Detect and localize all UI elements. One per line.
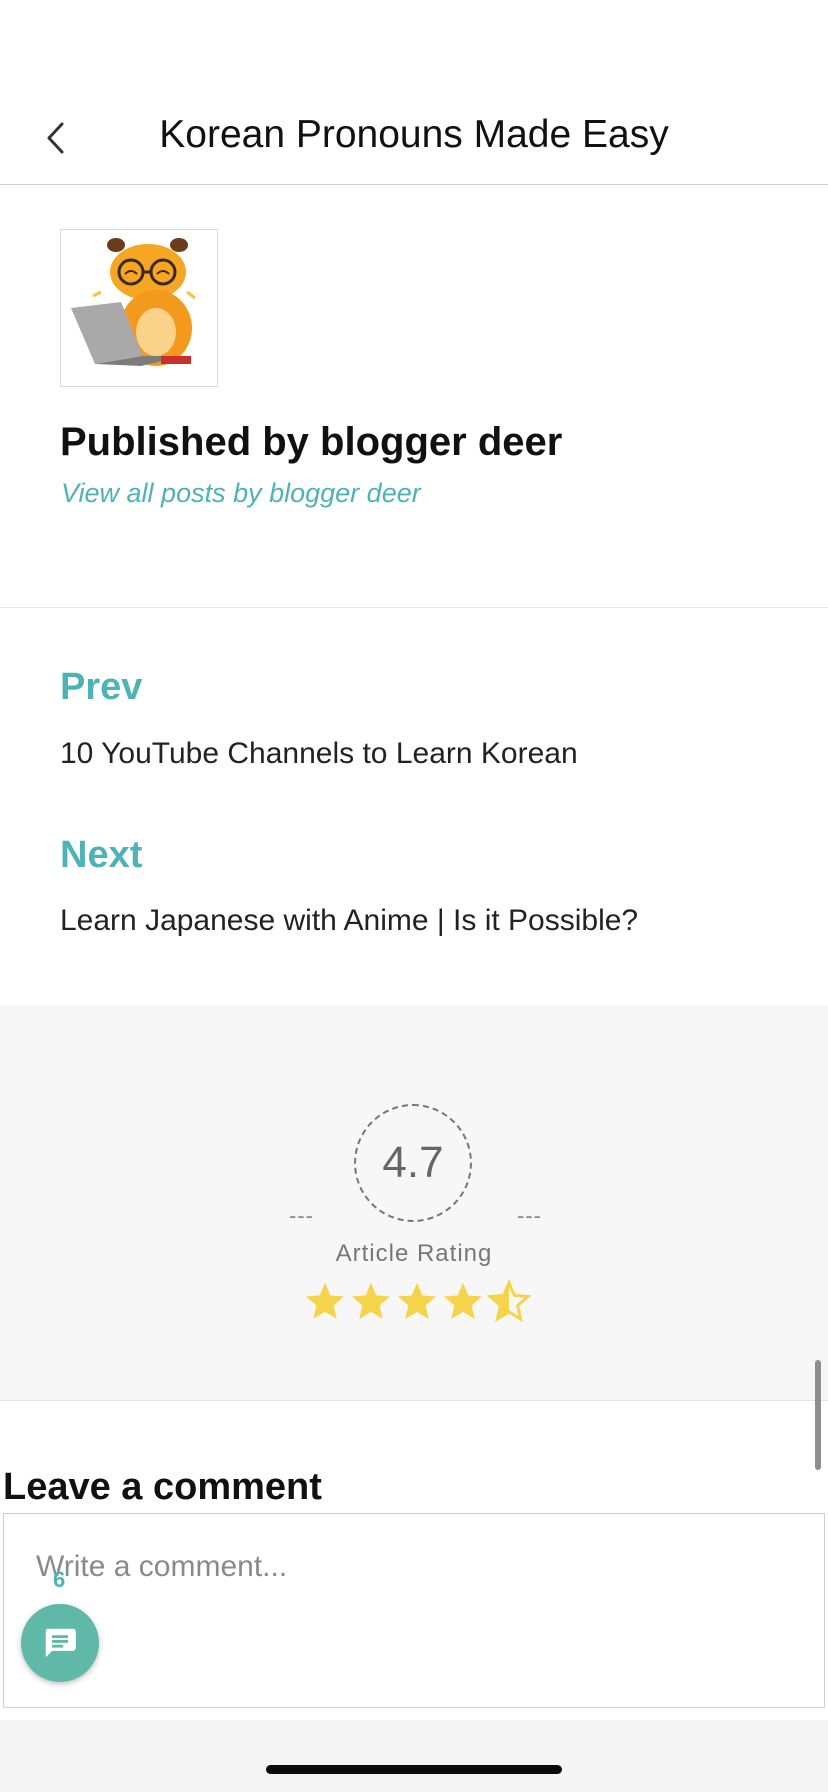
star-icon[interactable] bbox=[349, 1279, 393, 1325]
scrollbar-thumb[interactable] bbox=[815, 1360, 821, 1470]
rating-dash-left: --- bbox=[289, 1203, 314, 1228]
comment-placeholder: Write a comment... bbox=[36, 1550, 288, 1583]
star-icon[interactable] bbox=[441, 1279, 485, 1325]
top-app-bar: Korean Pronouns Made Easy bbox=[0, 0, 828, 185]
avatar-illustration bbox=[71, 238, 196, 366]
comment-icon bbox=[45, 1628, 76, 1658]
next-label: Next bbox=[60, 834, 143, 876]
comment-textarea[interactable] bbox=[3, 1513, 825, 1708]
rating-label: Article Rating bbox=[335, 1240, 493, 1267]
rating-score: 4.7 bbox=[354, 1104, 472, 1222]
rating-dash-right: --- bbox=[517, 1203, 542, 1228]
star-icon[interactable] bbox=[395, 1279, 439, 1325]
author-avatar[interactable] bbox=[60, 229, 218, 387]
author-byline: Published by blogger deer bbox=[60, 420, 563, 464]
home-indicator[interactable] bbox=[266, 1765, 562, 1774]
comment-count-badge: 6 bbox=[53, 1567, 66, 1592]
comment-heading: Leave a comment bbox=[3, 1466, 322, 1508]
star-rating[interactable] bbox=[303, 1279, 531, 1329]
prev-label: Prev bbox=[60, 666, 143, 708]
bottom-safe-area bbox=[0, 1720, 828, 1792]
section-divider bbox=[0, 1400, 828, 1401]
star-half-icon[interactable] bbox=[487, 1279, 531, 1325]
view-all-posts-link[interactable]: View all posts by blogger deer bbox=[61, 478, 421, 509]
page-title: Korean Pronouns Made Easy bbox=[159, 113, 669, 156]
comments-button[interactable] bbox=[21, 1604, 99, 1682]
star-icon[interactable] bbox=[303, 1279, 347, 1325]
section-divider bbox=[0, 607, 828, 608]
prev-post-link[interactable]: 10 YouTube Channels to Learn Korean bbox=[60, 737, 578, 771]
next-post-link[interactable]: Learn Japanese with Anime | Is it Possib… bbox=[60, 904, 638, 938]
